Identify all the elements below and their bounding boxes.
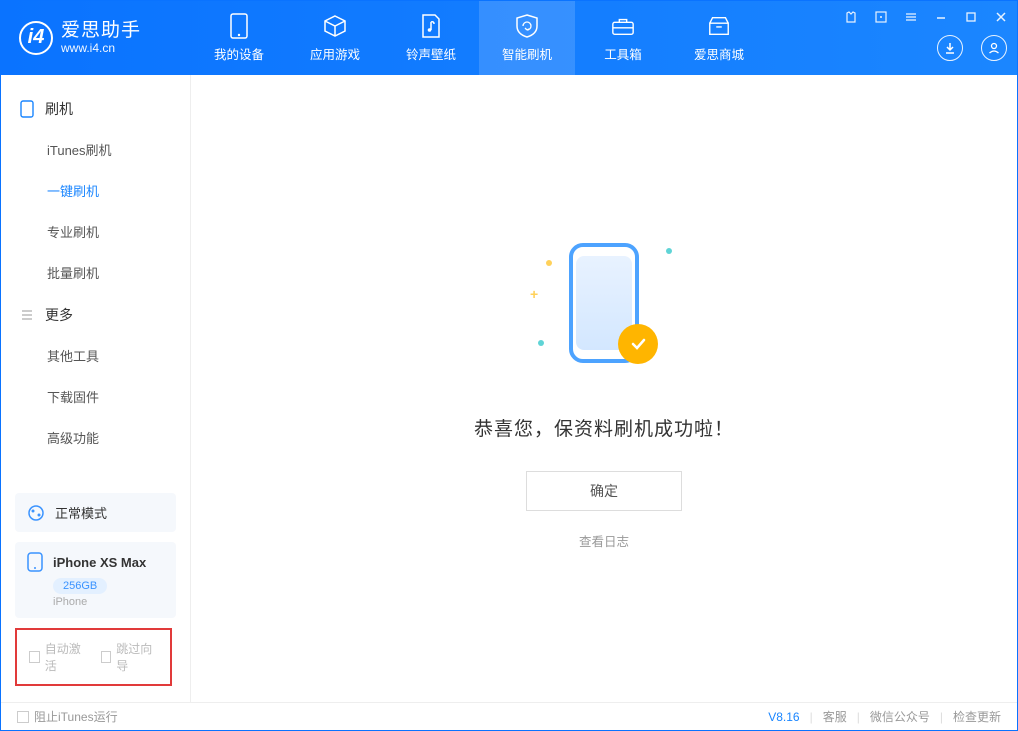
music-file-icon <box>419 14 443 38</box>
tab-my-device[interactable]: 我的设备 <box>191 1 287 75</box>
header-action-icons <box>937 35 1007 61</box>
main-tabs: 我的设备 应用游戏 铃声壁纸 智能刷机 工具箱 爱思商城 <box>191 1 767 75</box>
logo-area[interactable]: i4 爱思助手 www.i4.cn <box>1 20 191 56</box>
sidebar-item-download-firmware[interactable]: 下载固件 <box>1 376 190 417</box>
device-icon <box>19 101 35 117</box>
checkbox-icon <box>17 711 29 723</box>
body-wrap: 刷机 iTunes刷机 一键刷机 专业刷机 批量刷机 更多 其他工具 下载固件 … <box>1 75 1017 702</box>
tab-apps-games[interactable]: 应用游戏 <box>287 1 383 75</box>
app-header: i4 爱思助手 www.i4.cn 我的设备 应用游戏 铃声壁纸 智能刷机 工具… <box>1 1 1017 75</box>
flash-options-highlighted: 自动激活 跳过向导 <box>15 628 172 686</box>
logo-text: 爱思助手 www.i4.cn <box>61 20 141 56</box>
logo-icon: i4 <box>19 21 53 55</box>
menu-icon[interactable] <box>901 7 921 27</box>
maximize-icon[interactable] <box>961 7 981 27</box>
checkbox-auto-activate[interactable]: 自动激活 <box>29 640 87 674</box>
refresh-shield-icon <box>515 14 539 38</box>
checkbox-label: 阻止iTunes运行 <box>34 708 118 725</box>
list-icon <box>19 307 35 323</box>
cube-icon <box>323 14 347 38</box>
sidebar-item-itunes-flash[interactable]: iTunes刷机 <box>1 129 190 170</box>
close-icon[interactable] <box>991 7 1011 27</box>
sidebar-section-flash: 刷机 iTunes刷机 一键刷机 专业刷机 批量刷机 <box>1 93 190 293</box>
sparkle-icon <box>538 340 544 346</box>
checkbox-icon <box>29 651 40 663</box>
checkbox-skip-guide[interactable]: 跳过向导 <box>101 640 159 674</box>
tab-label: 铃声壁纸 <box>406 44 456 63</box>
footer-link-update[interactable]: 检查更新 <box>953 708 1001 725</box>
app-url: www.i4.cn <box>61 42 141 56</box>
main-content: + 恭喜您，保资料刷机成功啦！ 确定 查看日志 <box>191 75 1017 702</box>
tab-label: 爱思商城 <box>694 44 744 63</box>
plus-icon: + <box>530 286 538 302</box>
separator: | <box>940 710 943 724</box>
shirt-icon[interactable] <box>841 7 861 27</box>
confirm-button[interactable]: 确定 <box>526 471 682 511</box>
minimize-icon[interactable] <box>931 7 951 27</box>
phone-icon <box>227 14 251 38</box>
separator: | <box>857 710 860 724</box>
device-card[interactable]: iPhone XS Max 256GB iPhone <box>15 542 176 618</box>
tab-store[interactable]: 爱思商城 <box>671 1 767 75</box>
section-title: 刷机 <box>45 99 73 119</box>
sidebar-item-other-tools[interactable]: 其他工具 <box>1 335 190 376</box>
sidebar-head-more: 更多 <box>1 299 190 335</box>
tab-label: 我的设备 <box>214 44 264 63</box>
mode-icon <box>27 504 45 522</box>
sidebar-item-oneclick-flash[interactable]: 一键刷机 <box>1 170 190 211</box>
mode-card[interactable]: 正常模式 <box>15 493 176 532</box>
sparkle-icon <box>666 248 672 254</box>
tab-label: 智能刷机 <box>502 44 552 63</box>
sidebar-item-advanced[interactable]: 高级功能 <box>1 417 190 458</box>
checkbox-label: 自动激活 <box>45 640 87 674</box>
device-head: iPhone XS Max <box>27 552 164 572</box>
device-phone-icon <box>27 552 43 572</box>
tab-toolbox[interactable]: 工具箱 <box>575 1 671 75</box>
status-bar: 阻止iTunes运行 V8.16 | 客服 | 微信公众号 | 检查更新 <box>1 702 1017 730</box>
device-name: iPhone XS Max <box>53 555 146 570</box>
tab-label: 工具箱 <box>604 44 642 63</box>
sidebar-item-batch-flash[interactable]: 批量刷机 <box>1 252 190 293</box>
success-message: 恭喜您，保资料刷机成功啦！ <box>474 414 734 441</box>
store-icon <box>707 14 731 38</box>
checkbox-block-itunes[interactable]: 阻止iTunes运行 <box>17 708 118 725</box>
user-icon[interactable] <box>981 35 1007 61</box>
sidebar: 刷机 iTunes刷机 一键刷机 专业刷机 批量刷机 更多 其他工具 下载固件 … <box>1 75 191 702</box>
version-label: V8.16 <box>768 710 799 724</box>
storage-badge: 256GB <box>53 578 107 594</box>
tab-label: 应用游戏 <box>310 44 360 63</box>
mode-label: 正常模式 <box>55 503 107 522</box>
sparkle-icon <box>546 260 552 266</box>
feedback-icon[interactable] <box>871 7 891 27</box>
separator: | <box>810 710 813 724</box>
window-controls <box>841 7 1011 27</box>
checkbox-icon <box>101 651 112 663</box>
sidebar-item-pro-flash[interactable]: 专业刷机 <box>1 211 190 252</box>
download-icon[interactable] <box>937 35 963 61</box>
sidebar-head-flash: 刷机 <box>1 93 190 129</box>
sidebar-bottom: 正常模式 iPhone XS Max 256GB iPhone 自动激活 跳过向… <box>1 483 190 702</box>
checkbox-label: 跳过向导 <box>116 640 158 674</box>
check-circle-icon <box>618 324 658 364</box>
sidebar-section-more: 更多 其他工具 下载固件 高级功能 <box>1 299 190 458</box>
tab-smart-flash[interactable]: 智能刷机 <box>479 1 575 75</box>
footer-right: V8.16 | 客服 | 微信公众号 | 检查更新 <box>768 708 1001 725</box>
tab-ringtone-wallpaper[interactable]: 铃声壁纸 <box>383 1 479 75</box>
section-title: 更多 <box>45 305 73 325</box>
view-log-link[interactable]: 查看日志 <box>579 531 629 550</box>
success-graphic: + <box>524 228 684 388</box>
app-name: 爱思助手 <box>61 20 141 42</box>
toolbox-icon <box>611 14 635 38</box>
footer-link-support[interactable]: 客服 <box>823 708 847 725</box>
footer-link-wechat[interactable]: 微信公众号 <box>870 708 930 725</box>
device-type: iPhone <box>53 596 164 608</box>
